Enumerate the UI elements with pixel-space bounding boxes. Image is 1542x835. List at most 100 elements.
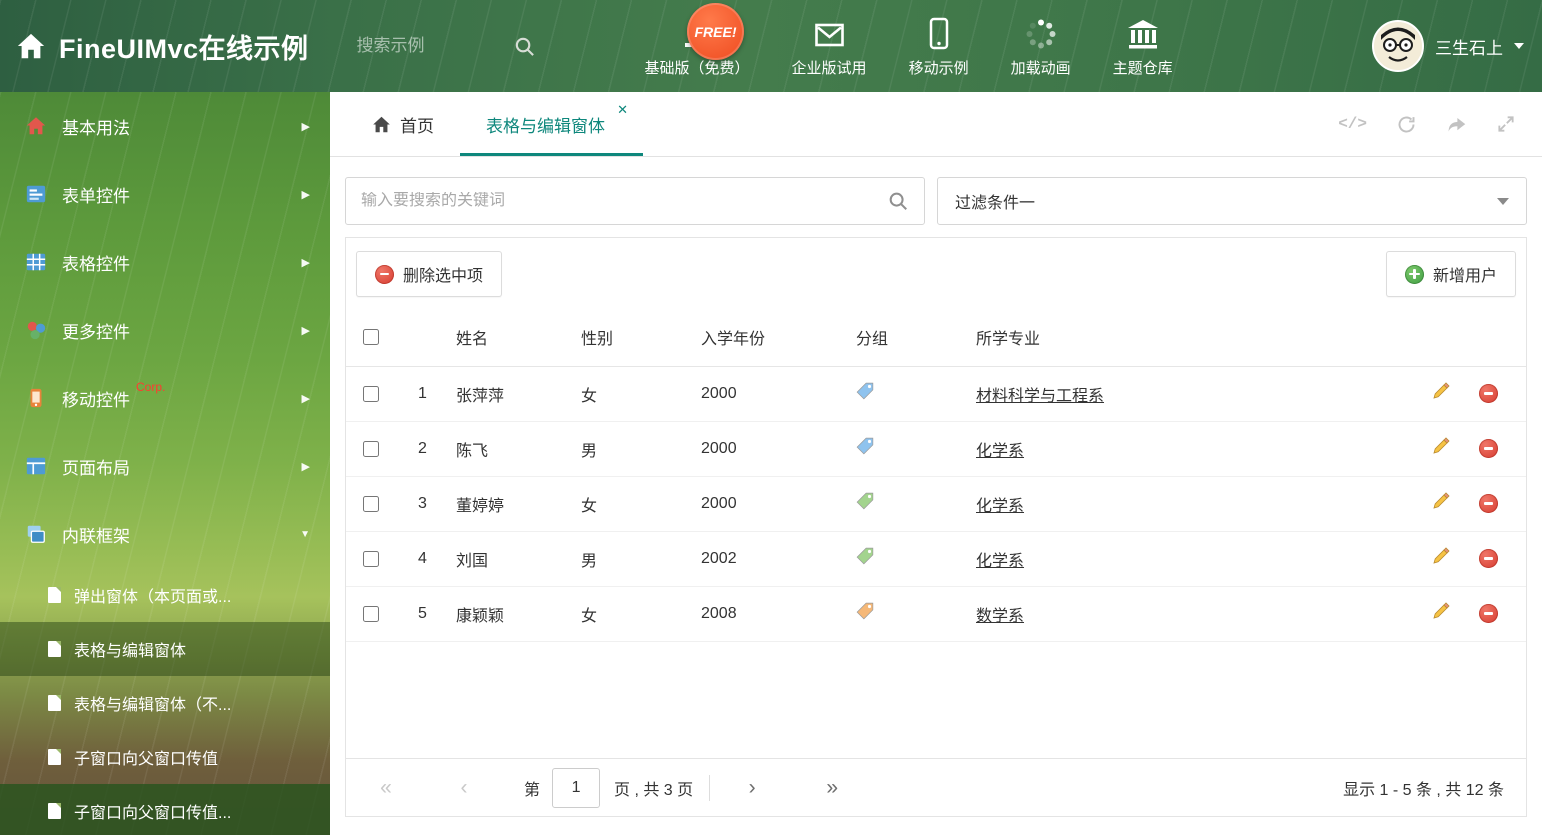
chevron-down-icon bbox=[1514, 43, 1524, 49]
row-checkbox[interactable] bbox=[363, 550, 379, 567]
row-checkbox[interactable] bbox=[363, 440, 379, 457]
sidebar-item-inline-frame[interactable]: 内联框架 ▼ bbox=[0, 500, 330, 568]
table-row[interactable]: 4 刘国 男 2002 化学系 bbox=[346, 531, 1526, 587]
sidebar-item-label: 基本用法 bbox=[62, 118, 130, 138]
sidebar-subitem-grid-edit-window-2[interactable]: 表格与编辑窗体（不... bbox=[0, 676, 330, 730]
major-link[interactable]: 数学系 bbox=[976, 608, 1024, 625]
table-row[interactable]: 2 陈飞 男 2000 化学系 bbox=[346, 421, 1526, 477]
prev-page-button[interactable]: ‹ bbox=[448, 776, 480, 800]
column-header-name: 姓名 bbox=[456, 309, 581, 367]
tag-icon bbox=[856, 602, 874, 625]
sidebar-item-label: 表格控件 bbox=[62, 254, 130, 274]
delete-icon[interactable] bbox=[1479, 494, 1498, 513]
nav-enterprise-trial[interactable]: 企业版试用 bbox=[771, 14, 888, 78]
sidebar-item-basic-usage[interactable]: 基本用法 ▶ bbox=[0, 92, 330, 160]
major-link[interactable]: 化学系 bbox=[976, 553, 1024, 570]
home-icon bbox=[372, 115, 391, 134]
page-count-label: 页 , 共 3 页 bbox=[614, 781, 694, 799]
delete-icon[interactable] bbox=[1479, 384, 1498, 403]
mobile-icon bbox=[928, 14, 950, 50]
frames-icon bbox=[24, 523, 48, 545]
delete-icon[interactable] bbox=[1479, 549, 1498, 568]
column-header-year: 入学年份 bbox=[701, 309, 856, 367]
minus-circle-icon bbox=[375, 264, 394, 284]
home-icon bbox=[24, 115, 48, 137]
sidebar-item-more-controls[interactable]: 更多控件 ▶ bbox=[0, 296, 330, 364]
table-row[interactable]: 1 张萍萍 女 2000 材料科学与工程系 bbox=[346, 366, 1526, 422]
nav-theme-store[interactable]: 主题仓库 bbox=[1092, 14, 1194, 78]
user-name: 三生石上 bbox=[1435, 38, 1503, 58]
delete-icon[interactable] bbox=[1479, 604, 1498, 623]
sidebar: 基本用法 ▶ 表单控件 ▶ 表格控件 ▶ 更多控件 ▶ 移动控件 Corp. ▶… bbox=[0, 92, 330, 835]
delete-icon[interactable] bbox=[1479, 439, 1498, 458]
table-row[interactable]: 3 董婷婷 女 2000 化学系 bbox=[346, 476, 1526, 532]
last-page-button[interactable]: » bbox=[816, 776, 848, 800]
edit-icon[interactable] bbox=[1431, 436, 1451, 461]
sidebar-item-label: 内联框架 bbox=[62, 526, 130, 546]
major-link[interactable]: 化学系 bbox=[976, 443, 1024, 460]
page-number-input[interactable] bbox=[552, 767, 601, 808]
delete-selected-button[interactable]: 删除选中项 bbox=[356, 251, 503, 297]
row-checkbox[interactable] bbox=[363, 495, 379, 512]
chevron-right-icon: ▶ bbox=[301, 324, 310, 337]
file-icon bbox=[48, 695, 61, 711]
table-header-row: 姓名 性别 入学年份 分组 所学专业 bbox=[346, 309, 1526, 367]
edit-icon[interactable] bbox=[1431, 491, 1451, 516]
refresh-icon[interactable] bbox=[1396, 114, 1417, 135]
grid-toolbar: 删除选中项 新增用户 bbox=[346, 238, 1526, 309]
row-number: 2 bbox=[404, 421, 456, 477]
sidebar-subitem-popup-window[interactable]: 弹出窗体（本页面或... bbox=[0, 568, 330, 622]
edit-icon[interactable] bbox=[1431, 546, 1451, 571]
major-link[interactable]: 材料科学与工程系 bbox=[976, 388, 1104, 405]
tab-home[interactable]: 首页 bbox=[360, 92, 446, 156]
shapes-icon bbox=[24, 319, 48, 341]
cell-name: 张萍萍 bbox=[456, 366, 581, 422]
header-search bbox=[356, 35, 536, 58]
search-icon[interactable] bbox=[513, 35, 536, 58]
keyword-search-input[interactable] bbox=[361, 192, 887, 210]
next-page-button[interactable]: › bbox=[736, 776, 768, 800]
tag-icon bbox=[856, 492, 874, 515]
cell-gender: 女 bbox=[581, 476, 701, 532]
close-icon[interactable]: ✕ bbox=[617, 103, 628, 116]
app-title: FineUIMvc在线示例 bbox=[59, 33, 309, 64]
nav-mobile-demo[interactable]: 移动示例 bbox=[888, 14, 990, 78]
column-header-major: 所学专业 bbox=[976, 309, 1406, 367]
column-header-gender: 性别 bbox=[581, 309, 701, 367]
edit-icon[interactable] bbox=[1431, 381, 1451, 406]
edit-icon[interactable] bbox=[1431, 601, 1451, 626]
cell-gender: 男 bbox=[581, 421, 701, 477]
header-search-input[interactable] bbox=[356, 36, 507, 56]
sidebar-subitem-child-to-parent[interactable]: 子窗口向父窗口传值 bbox=[0, 730, 330, 784]
code-icon[interactable]: </> bbox=[1338, 115, 1367, 133]
first-page-button[interactable]: « bbox=[370, 776, 402, 800]
sidebar-subitem-grid-edit-window[interactable]: 表格与编辑窗体 bbox=[0, 622, 330, 676]
avatar[interactable] bbox=[1372, 20, 1424, 72]
table-row[interactable]: 5 康颖颖 女 2008 数学系 bbox=[346, 586, 1526, 642]
sidebar-item-label: 表单控件 bbox=[62, 186, 130, 206]
sidebar-subitem-label: 子窗口向父窗口传值 bbox=[74, 751, 219, 768]
sidebar-item-grid-controls[interactable]: 表格控件 ▶ bbox=[0, 228, 330, 296]
user-menu[interactable]: 三生石上 bbox=[1372, 20, 1524, 72]
forward-icon[interactable] bbox=[1446, 114, 1467, 135]
tab-grid-edit-window[interactable]: 表格与编辑窗体 ✕ bbox=[460, 92, 643, 156]
add-user-button[interactable]: 新增用户 bbox=[1385, 251, 1516, 297]
tab-tools: </> bbox=[1338, 92, 1542, 156]
filter-dropdown[interactable]: 过滤条件一 bbox=[937, 177, 1527, 225]
brand[interactable]: FineUIMvc在线示例 bbox=[16, 27, 309, 66]
search-icon[interactable] bbox=[887, 190, 909, 212]
sidebar-item-form-controls[interactable]: 表单控件 ▶ bbox=[0, 160, 330, 228]
row-checkbox[interactable] bbox=[363, 605, 379, 622]
select-all-checkbox[interactable] bbox=[363, 329, 379, 346]
sidebar-subitem-label: 表格与编辑窗体 bbox=[74, 643, 187, 660]
nav-loading-animation[interactable]: 加载动画 bbox=[990, 14, 1092, 78]
sidebar-item-page-layout[interactable]: 页面布局 ▶ bbox=[0, 432, 330, 500]
home-icon[interactable] bbox=[16, 31, 46, 61]
major-link[interactable]: 化学系 bbox=[976, 498, 1024, 515]
pagination-bar: « ‹ 第 页 , 共 3 页 › » 显示 1 - 5 条 , 共 12 条 bbox=[346, 758, 1526, 816]
column-header-group: 分组 bbox=[856, 309, 976, 367]
maximize-icon[interactable] bbox=[1496, 114, 1516, 134]
row-checkbox[interactable] bbox=[363, 385, 379, 402]
sidebar-subitem-child-to-parent-2[interactable]: 子窗口向父窗口传值... bbox=[0, 784, 330, 835]
sidebar-item-mobile-controls[interactable]: 移动控件 Corp. ▶ bbox=[0, 364, 330, 432]
